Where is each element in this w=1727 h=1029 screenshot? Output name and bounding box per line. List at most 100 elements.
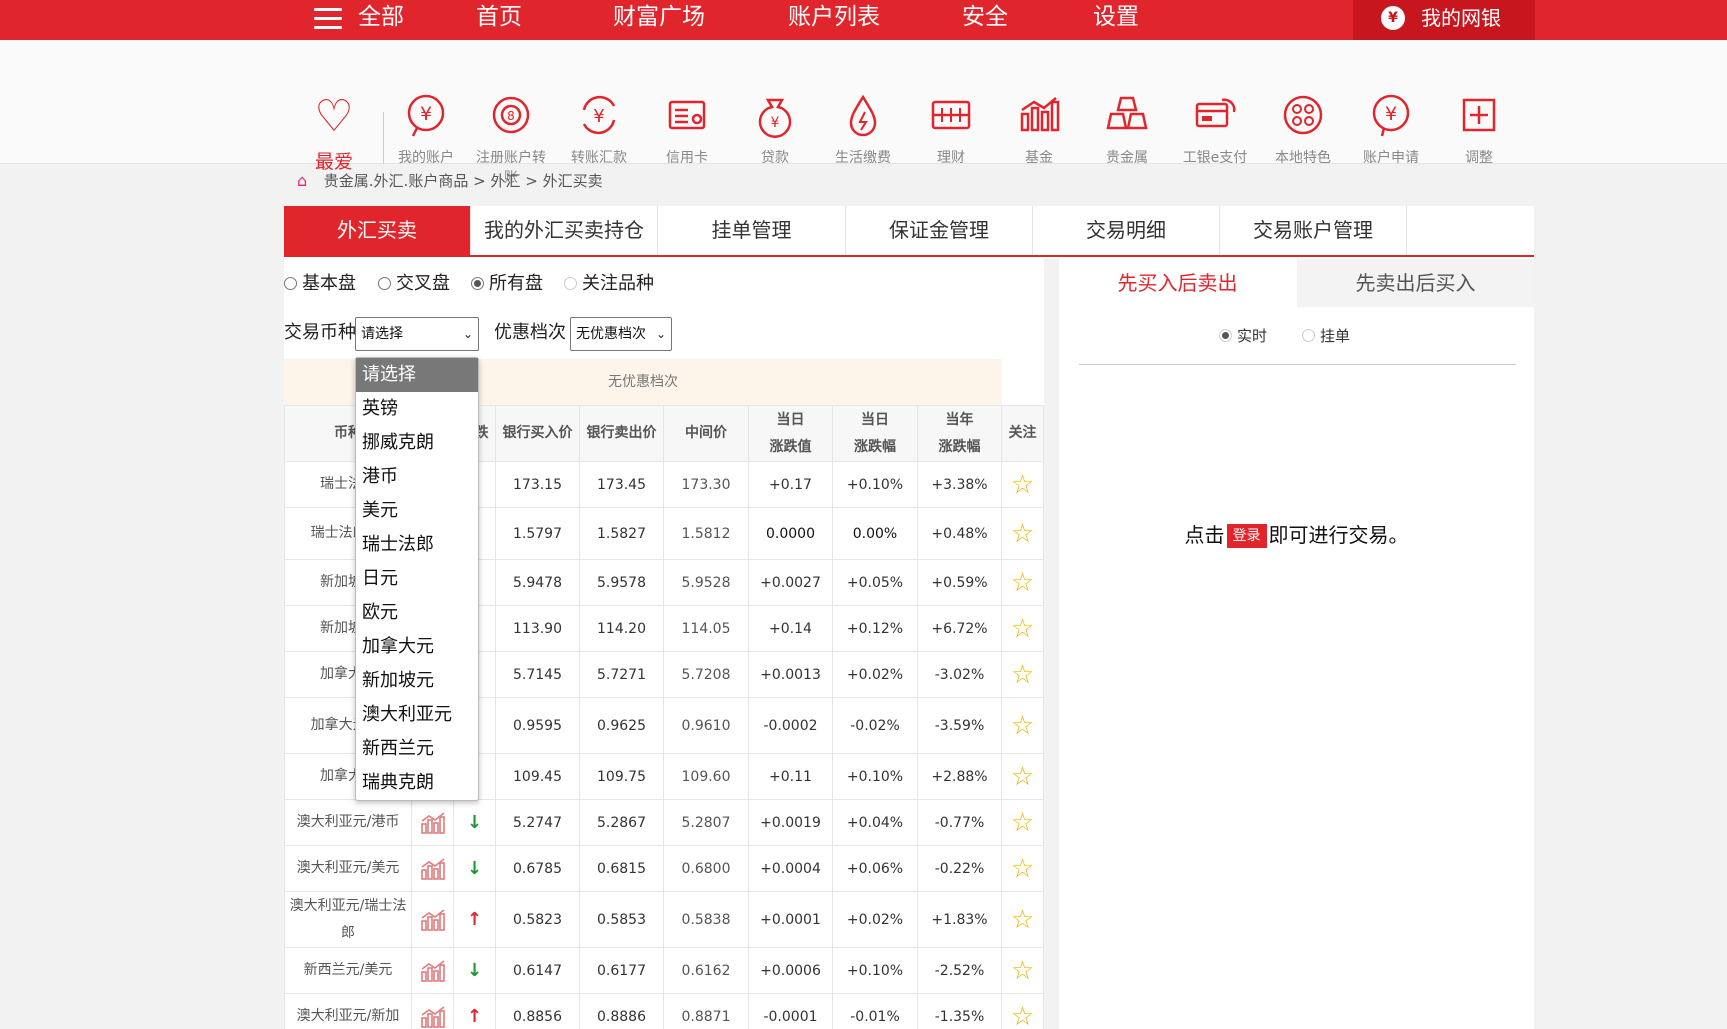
- radio-dot[interactable]: [378, 277, 391, 290]
- col-day-change: 当日 涨跌值: [748, 405, 833, 462]
- radio-watchlist[interactable]: 关注品种: [564, 271, 654, 297]
- dropdown-option[interactable]: 港币: [356, 460, 478, 494]
- follow-star-icon[interactable]: ☆: [1001, 461, 1044, 508]
- currency-select[interactable]: 请选择 ⌄: [355, 317, 479, 351]
- follow-star-icon[interactable]: ☆: [1001, 651, 1044, 698]
- dropdown-option[interactable]: 日元: [356, 562, 478, 596]
- bank-sell-price: 0.9625: [579, 697, 664, 754]
- favorite-button[interactable]: ♡ 最爱: [304, 95, 364, 174]
- nav-all[interactable]: 全部: [358, 0, 404, 36]
- dropdown-option[interactable]: 新加坡元: [356, 664, 478, 698]
- main-tabs: 外汇买卖 我的外汇买卖持仓 挂单管理 保证金管理 交易明细 交易账户管理: [284, 206, 1534, 257]
- nav-account-list[interactable]: 账户列表: [788, 0, 880, 36]
- dropdown-option[interactable]: 澳大利亚元: [356, 698, 478, 732]
- dropdown-option[interactable]: 瑞士法郎: [356, 528, 478, 562]
- heart-icon: ♡: [314, 91, 354, 142]
- dropdown-option[interactable]: 欧元: [356, 596, 478, 630]
- app-shortcut[interactable]: ¥ 我的账户: [384, 92, 468, 168]
- trend-chart-icon[interactable]: [411, 947, 454, 994]
- breadcrumb-level-1[interactable]: 贵金属.外汇.账户商品: [324, 172, 469, 190]
- discount-select[interactable]: 无优惠档次 ⌄: [570, 317, 672, 351]
- bank-sell-price: 109.75: [579, 753, 664, 800]
- dropdown-option[interactable]: 请选择: [356, 358, 478, 392]
- radio-dot-selected[interactable]: [1219, 329, 1232, 342]
- trend-chart-icon[interactable]: [411, 799, 454, 846]
- hamburger-menu-icon[interactable]: [314, 8, 342, 30]
- tab-trade-details[interactable]: 交易明细: [1033, 206, 1220, 255]
- mid-price: 1.5812: [663, 507, 749, 560]
- table-row[interactable]: 澳大利亚元/美元 ↓ 0.6785 0.6815 0.6800 +0.0004 +0.06%…: [284, 845, 1044, 892]
- radio-pending[interactable]: 挂单: [1302, 323, 1350, 349]
- app-shortcut[interactable]: 基金: [997, 92, 1081, 168]
- app-shortcut-label: 账户申请: [1363, 150, 1419, 166]
- follow-star-icon[interactable]: ☆: [1001, 845, 1044, 892]
- radio-label: 关注品种: [582, 273, 654, 294]
- divider: [1079, 364, 1516, 365]
- app-shortcut-label: 工银e支付: [1182, 150, 1248, 166]
- follow-star-icon[interactable]: ☆: [1001, 947, 1044, 994]
- table-row[interactable]: 澳大利亚元/瑞士法郎 ↑ 0.5823 0.5853 0.5838 +0.0001 +0.0…: [284, 891, 1044, 948]
- dropdown-option[interactable]: 英镑: [356, 392, 478, 426]
- trend-chart-icon[interactable]: [411, 891, 454, 948]
- dropdown-option[interactable]: 新西兰元: [356, 732, 478, 766]
- my-ebank-button[interactable]: ¥ 我的网银: [1353, 0, 1535, 42]
- radio-realtime[interactable]: 实时: [1219, 323, 1267, 349]
- svg-text:¥: ¥: [1385, 103, 1397, 125]
- tab-my-positions[interactable]: 我的外汇买卖持仓: [471, 206, 658, 255]
- nav-home[interactable]: 首页: [476, 0, 522, 36]
- app-shortcut[interactable]: 调整: [1437, 92, 1521, 168]
- tab-order-management[interactable]: 挂单管理: [658, 206, 846, 255]
- radio-dot[interactable]: [1302, 329, 1315, 342]
- app-shortcut[interactable]: 本地特色: [1261, 92, 1345, 168]
- trend-chart-icon[interactable]: [411, 993, 454, 1029]
- tab-trading-account[interactable]: 交易账户管理: [1220, 206, 1407, 255]
- table-row[interactable]: 澳大利亚元/港币 ↓ 5.2747 5.2867 5.2807 +0.0019 +0.04%…: [284, 799, 1044, 846]
- home-icon[interactable]: ⌂: [297, 170, 315, 192]
- tab-forex-trade[interactable]: 外汇买卖: [284, 206, 471, 255]
- dropdown-option[interactable]: 瑞典克朗: [356, 766, 478, 800]
- nav-security[interactable]: 安全: [962, 0, 1008, 36]
- dropdown-option[interactable]: 加拿大元: [356, 630, 478, 664]
- app-shortcut[interactable]: 生活缴费: [821, 92, 905, 168]
- currency-dropdown-list[interactable]: 请选择 英镑 挪威克朗 港币 美元 瑞士法郎 日元 欧元 加拿大元 新加坡元 澳大利亚元 新西兰元 瑞典…: [355, 357, 479, 801]
- radio-cross[interactable]: 交叉盘: [378, 271, 450, 297]
- follow-star-icon[interactable]: ☆: [1001, 507, 1044, 560]
- follow-star-icon[interactable]: ☆: [1001, 753, 1044, 800]
- nav-settings[interactable]: 设置: [1093, 0, 1139, 36]
- app-shortcut[interactable]: 理财: [909, 92, 993, 168]
- radio-dot[interactable]: [284, 277, 297, 290]
- app-shortcut[interactable]: 贵金属: [1085, 92, 1169, 168]
- finance-box-icon: [928, 92, 974, 138]
- breadcrumb-level-2[interactable]: 外汇: [490, 172, 520, 190]
- dropdown-option[interactable]: 挪威克朗: [356, 426, 478, 460]
- radio-basic[interactable]: 基本盘: [284, 271, 356, 297]
- tab-buy-then-sell[interactable]: 先买入后卖出: [1059, 259, 1296, 307]
- table-row[interactable]: 新西兰元/美元 ↓ 0.6147 0.6177 0.6162 +0.0006 +0.10% -…: [284, 947, 1044, 994]
- table-row[interactable]: 澳大利亚元/新加 ↑ 0.8856 0.8886 0.8871 -0.0001 -0.01%…: [284, 993, 1044, 1029]
- tab-sell-then-buy[interactable]: 先卖出后买入: [1297, 259, 1534, 307]
- radio-dot[interactable]: [564, 277, 577, 290]
- app-shortcut[interactable]: ¥ 账户申请: [1349, 92, 1433, 168]
- app-shortcut[interactable]: ¥ 贷款: [733, 92, 817, 168]
- follow-star-icon[interactable]: ☆: [1001, 799, 1044, 846]
- follow-star-icon[interactable]: ☆: [1001, 559, 1044, 606]
- follow-star-icon[interactable]: ☆: [1001, 697, 1044, 754]
- tab-margin-management[interactable]: 保证金管理: [846, 206, 1033, 255]
- day-change-pct: -0.01%: [832, 993, 918, 1029]
- trade-direction-tabs: 先买入后卖出 先卖出后买入: [1059, 259, 1534, 307]
- follow-star-icon[interactable]: ☆: [1001, 605, 1044, 652]
- radio-dot-selected[interactable]: [471, 277, 484, 290]
- quick-icon-bar: ♡ 最爱 ¥ 我的账户 8 注册账户转账 ¥ 转账汇款 信用卡 ¥ 贷款 生活缴费 理财 基金 贵金属工…: [0, 40, 1727, 186]
- nav-wealth-square[interactable]: 财富广场: [613, 0, 705, 36]
- app-shortcut[interactable]: 工银e支付: [1173, 92, 1257, 168]
- col-follow: 关注: [1001, 405, 1044, 462]
- col-year-pct: 当年 涨跌幅: [917, 405, 1002, 462]
- dropdown-option[interactable]: 美元: [356, 494, 478, 528]
- radio-all[interactable]: 所有盘: [471, 271, 543, 297]
- trend-chart-icon[interactable]: [411, 845, 454, 892]
- follow-star-icon[interactable]: ☆: [1001, 993, 1044, 1029]
- app-shortcut[interactable]: ¥ 转账汇款: [557, 92, 641, 168]
- follow-star-icon[interactable]: ☆: [1001, 891, 1044, 948]
- app-shortcut[interactable]: 信用卡: [645, 92, 729, 168]
- login-button[interactable]: 登录: [1226, 524, 1267, 548]
